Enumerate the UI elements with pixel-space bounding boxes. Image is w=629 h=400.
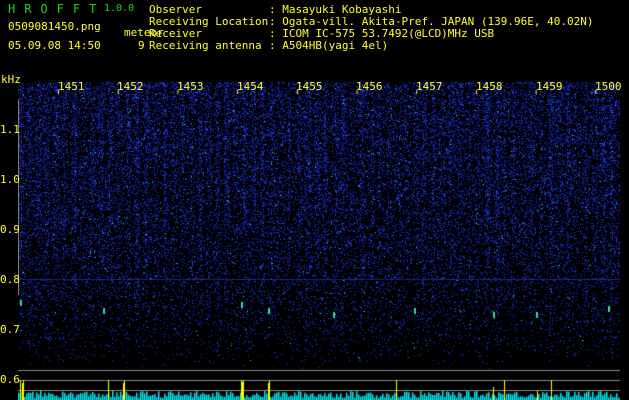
y-tick: 0.7 [0,323,20,336]
x-tick: 1459 [536,80,563,93]
x-tick: 1455 [296,80,323,93]
y-tick: 0.6 [0,373,20,386]
info-antenna: Receiving antenna: A504HB(yagi 4el) [149,39,389,52]
x-tick: 1454 [237,80,264,93]
y-tick: 1.0 [0,173,20,186]
spectrogram [18,80,620,400]
datetime: 05.09.08 14:50 [8,39,101,52]
y-tick: 1.1 [0,123,20,136]
y-tick: 0.8 [0,273,20,286]
x-tick: 1458 [476,80,503,93]
x-tick: 1453 [177,80,204,93]
y-tick: 0.9 [0,223,20,236]
version: 1.0.0 [104,3,135,14]
app-title: HROFFT [8,2,106,16]
x-tick: 1457 [416,80,443,93]
x-tick: 1456 [356,80,383,93]
meteor-count: 9 [138,39,145,52]
x-tick: 1500 [595,80,622,93]
y-axis-unit: kHz [1,73,21,86]
filename: 0509081450.png [8,20,101,33]
x-tick: 1451 [58,80,85,93]
x-tick: 1452 [117,80,144,93]
